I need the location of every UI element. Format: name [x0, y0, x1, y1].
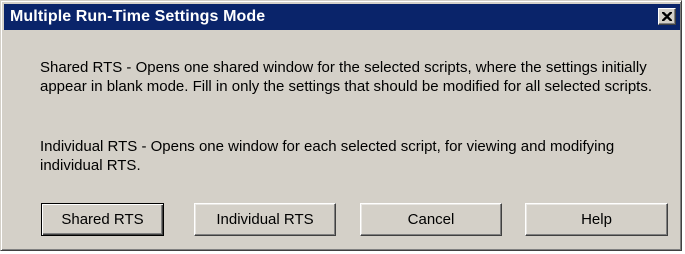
shared-rts-description: Shared RTS - Opens one shared window for… [40, 59, 652, 95]
dialog-title: Multiple Run-Time Settings Mode [10, 8, 266, 25]
close-icon [662, 12, 672, 21]
multiple-rts-dialog: Multiple Run-Time Settings Mode Shared R… [0, 0, 682, 251]
close-button[interactable] [658, 8, 676, 25]
shared-rts-button[interactable]: Shared RTS [41, 203, 164, 236]
help-button[interactable]: Help [525, 203, 668, 236]
dialog-titlebar[interactable]: Multiple Run-Time Settings Mode [4, 4, 680, 30]
individual-rts-button[interactable]: Individual RTS [194, 203, 336, 236]
individual-rts-description: Individual RTS - Opens one window for ea… [40, 138, 615, 174]
cancel-button[interactable]: Cancel [360, 203, 502, 236]
